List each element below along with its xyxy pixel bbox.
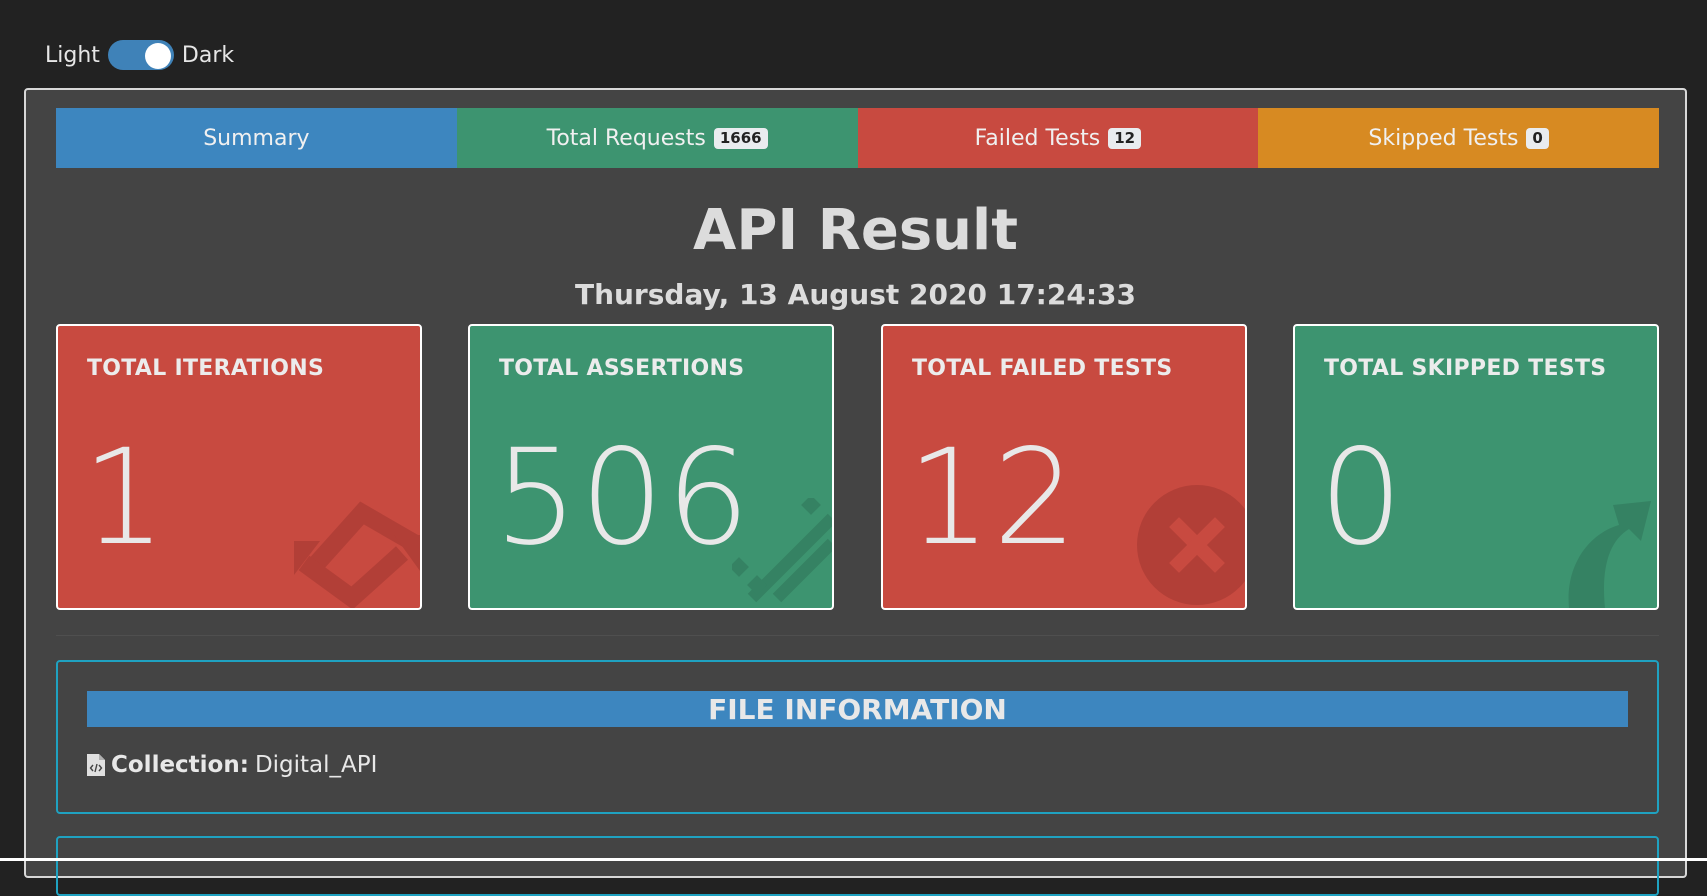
switch-knob — [144, 43, 171, 69]
dark-label: Dark — [181, 42, 235, 68]
sync-icon — [294, 501, 420, 608]
tab-failed-tests[interactable]: Failed Tests 12 — [857, 108, 1259, 168]
card-total-iterations: TOTAL ITERATIONS 1 — [56, 324, 422, 610]
report-datetime: Thursday, 13 August 2020 17:24:33 — [574, 278, 1137, 311]
tab-skipped-tests[interactable]: Skipped Tests 0 — [1258, 108, 1659, 168]
card-value: 506 — [494, 421, 752, 575]
count-badge: 1666 — [713, 127, 768, 149]
report-container: Summary Total Requests 1666 Failed Tests… — [24, 88, 1687, 896]
share-icon — [1568, 501, 1651, 608]
card-label: TOTAL ASSERTIONS — [499, 356, 745, 381]
tab-label: Failed Tests — [974, 125, 1101, 151]
tab-label: Summary — [203, 125, 310, 151]
report-tabs: Summary Total Requests 1666 Failed Tests… — [56, 108, 1659, 168]
times-circle-icon — [1137, 485, 1245, 605]
card-label: TOTAL FAILED TESTS — [912, 356, 1173, 381]
light-label: Light — [45, 42, 100, 68]
collection-value: Digital_API — [254, 752, 378, 778]
card-label: TOTAL ITERATIONS — [87, 356, 325, 381]
card-value: 1 — [82, 421, 168, 575]
file-information-header: FILE INFORMATION — [87, 691, 1628, 727]
file-code-icon — [87, 754, 105, 776]
card-value: 12 — [907, 421, 1079, 575]
tab-label: Skipped Tests — [1368, 125, 1519, 151]
divider — [56, 635, 1659, 636]
file-information-panel: FILE INFORMATION Collection: Digital_API — [56, 660, 1659, 814]
tab-total-requests[interactable]: Total Requests 1666 — [456, 108, 858, 168]
card-value: 0 — [1319, 421, 1405, 575]
tab-summary[interactable]: Summary — [56, 108, 457, 168]
count-badge: 0 — [1526, 127, 1549, 149]
card-total-failed-tests: TOTAL FAILED TESTS 12 — [881, 324, 1247, 610]
card-total-assertions: TOTAL ASSERTIONS 506 — [468, 324, 834, 610]
collection-row: Collection: Digital_API — [87, 752, 377, 778]
summary-cards: TOTAL ITERATIONS 1 TOTAL ASSERTIONS 506 — [56, 324, 1659, 610]
page-title: API Result — [693, 198, 1018, 263]
tasks-icon — [732, 498, 832, 603]
card-total-skipped-tests: TOTAL SKIPPED TESTS 0 — [1293, 324, 1659, 610]
card-label: TOTAL SKIPPED TESTS — [1324, 356, 1607, 381]
next-panel — [56, 836, 1659, 896]
theme-switch[interactable] — [107, 40, 174, 70]
theme-toggle: Light Dark — [45, 40, 234, 70]
tab-label: Total Requests — [546, 125, 706, 151]
count-badge: 12 — [1108, 127, 1142, 149]
collection-label: Collection: — [111, 752, 249, 778]
